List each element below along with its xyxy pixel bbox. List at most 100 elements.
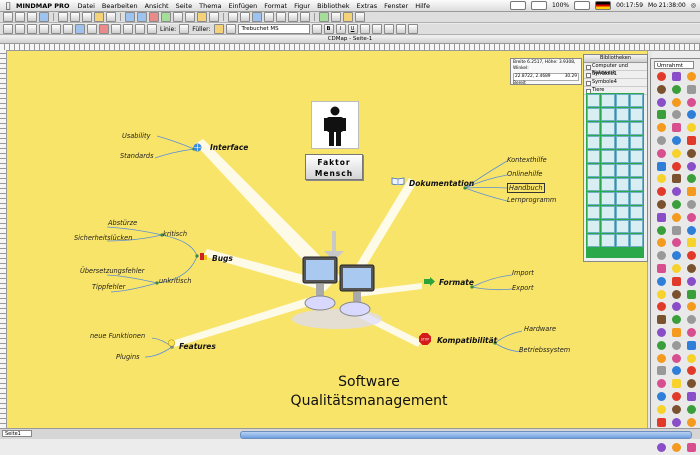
palette-symbol-icon[interactable]	[669, 123, 683, 135]
palette-symbol-icon[interactable]	[669, 72, 683, 84]
faktor-mensch-box[interactable]: Faktor Mensch	[305, 154, 363, 180]
palette-symbol-icon[interactable]	[684, 315, 698, 327]
library-item-icon[interactable]	[601, 192, 615, 205]
palette-symbol-icon[interactable]	[654, 302, 668, 314]
library-item-icon[interactable]	[615, 150, 629, 163]
bullet-icon[interactable]	[407, 24, 418, 34]
palette-symbol-icon[interactable]	[669, 84, 683, 97]
library-item-icon[interactable]	[615, 122, 629, 135]
topic-dokumentation[interactable]: Dokumentation	[409, 179, 474, 188]
library-item-icon[interactable]	[601, 164, 615, 177]
library-item-icon[interactable]	[601, 122, 615, 135]
status-icon[interactable]	[574, 1, 591, 10]
topic-formate[interactable]: Formate	[439, 278, 474, 287]
sub-handbuch[interactable]: Handbuch	[507, 183, 545, 193]
palette-symbol-icon[interactable]	[654, 443, 668, 455]
palette-symbol-icon[interactable]	[684, 263, 698, 276]
library-item-icon[interactable]	[615, 164, 629, 177]
library-item-icon[interactable]	[601, 108, 615, 121]
align-icon[interactable]	[228, 12, 238, 22]
palette-symbol-icon[interactable]	[669, 199, 683, 212]
palette-symbol-icon[interactable]	[669, 315, 683, 327]
palette-symbol-icon[interactable]	[684, 404, 698, 417]
library-item-icon[interactable]	[629, 164, 643, 177]
palette-symbol-icon[interactable]	[669, 340, 683, 353]
palette-symbol-icon[interactable]	[654, 212, 668, 225]
horizontal-ruler[interactable]	[0, 44, 700, 51]
palette-symbol-icon[interactable]	[669, 148, 683, 161]
sub-lernprogramm[interactable]: Lernprogramm	[507, 196, 556, 204]
palette-symbol-icon[interactable]	[684, 327, 698, 340]
palette-symbol-icon[interactable]	[654, 404, 668, 417]
layout-icon[interactable]	[240, 12, 250, 22]
apple-menu-icon[interactable]: 	[0, 1, 16, 10]
palette-symbol-icon[interactable]	[654, 161, 668, 174]
menu-einfuegen[interactable]: Einfügen	[229, 2, 258, 10]
library-item-icon[interactable]	[615, 192, 629, 205]
palette-symbol-icon[interactable]	[669, 302, 683, 314]
library-item-icon[interactable]	[587, 206, 601, 219]
palette-symbol-icon[interactable]	[654, 353, 668, 366]
palette-symbol-icon[interactable]	[669, 187, 683, 199]
palette-symbol-icon[interactable]	[669, 174, 683, 186]
align-left-icon[interactable]	[359, 24, 370, 34]
library-item-icon[interactable]	[587, 122, 601, 135]
zoom-in-icon[interactable]	[276, 12, 286, 22]
palette-symbol-icon[interactable]	[669, 366, 683, 378]
palette-symbol-icon[interactable]	[684, 251, 698, 263]
image-icon[interactable]	[197, 12, 207, 22]
menu-ansicht[interactable]: Ansicht	[145, 2, 169, 10]
redo-icon[interactable]	[106, 12, 116, 22]
fill-pattern-icon[interactable]	[225, 24, 236, 34]
palette-symbol-icon[interactable]	[669, 404, 683, 417]
palette-symbol-icon[interactable]	[654, 263, 668, 276]
topic-features[interactable]: Features	[179, 342, 216, 351]
sub-unkritisch[interactable]: unkritisch	[159, 277, 191, 285]
library-item-icon[interactable]	[629, 178, 643, 191]
font-select[interactable]: Trebuchet MS	[237, 24, 310, 34]
library-item-icon[interactable]	[587, 192, 601, 205]
palette-symbol-icon[interactable]	[654, 135, 668, 148]
menu-bearbeiten[interactable]: Bearbeiten	[102, 2, 138, 10]
palette-symbol-icon[interactable]	[684, 110, 698, 122]
palette-symbol-icon[interactable]	[684, 289, 698, 302]
palette-symbol-icon[interactable]	[684, 148, 698, 161]
sub-abstuerze[interactable]: Abstürze	[108, 219, 137, 227]
relation-icon[interactable]	[149, 12, 159, 22]
library-item-icon[interactable]	[615, 234, 629, 247]
palette-symbol-icon[interactable]	[684, 443, 698, 455]
library-item-icon[interactable]	[601, 220, 615, 233]
palette-symbol-icon[interactable]	[684, 302, 698, 314]
topic-kompatibilitaet[interactable]: Kompatibilität	[437, 336, 497, 345]
library-item-icon[interactable]	[615, 206, 629, 219]
sub-kritisch[interactable]: kritisch	[163, 230, 187, 238]
palette-symbol-icon[interactable]	[654, 148, 668, 161]
library-item-icon[interactable]	[629, 122, 643, 135]
library-title[interactable]: Bibliotheken	[584, 55, 647, 63]
palette-symbol-icon[interactable]	[669, 379, 683, 391]
palette-symbol-icon[interactable]	[684, 225, 698, 238]
bold-icon[interactable]: B	[323, 24, 334, 34]
library-item-icon[interactable]	[629, 192, 643, 205]
palette-symbol-icon[interactable]	[669, 212, 683, 225]
library-item-icon[interactable]	[629, 234, 643, 247]
text-tool-icon[interactable]	[27, 24, 37, 34]
palette-symbol-icon[interactable]	[684, 238, 698, 250]
palette-symbol-icon[interactable]	[669, 443, 683, 455]
connector-icon[interactable]	[75, 24, 85, 34]
palette-symbol-icon[interactable]	[669, 353, 683, 366]
menu-extras[interactable]: Extras	[357, 2, 378, 10]
library-item-icon[interactable]	[587, 150, 601, 163]
palette-symbol-icon[interactable]	[684, 276, 698, 289]
palette-symbol-icon[interactable]	[669, 225, 683, 238]
palette-symbol-icon[interactable]	[654, 84, 668, 97]
arrow-icon[interactable]	[87, 24, 97, 34]
library-item-icon[interactable]	[587, 220, 601, 233]
palette-symbol-icon[interactable]	[684, 72, 698, 84]
line-style-icon[interactable]	[179, 24, 190, 34]
library-item-icon[interactable]	[587, 234, 601, 247]
palette-symbol-icon[interactable]	[654, 391, 668, 404]
palette-symbol-icon[interactable]	[684, 379, 698, 391]
palette-symbol-icon[interactable]	[654, 123, 668, 135]
pen-icon[interactable]	[111, 24, 121, 34]
